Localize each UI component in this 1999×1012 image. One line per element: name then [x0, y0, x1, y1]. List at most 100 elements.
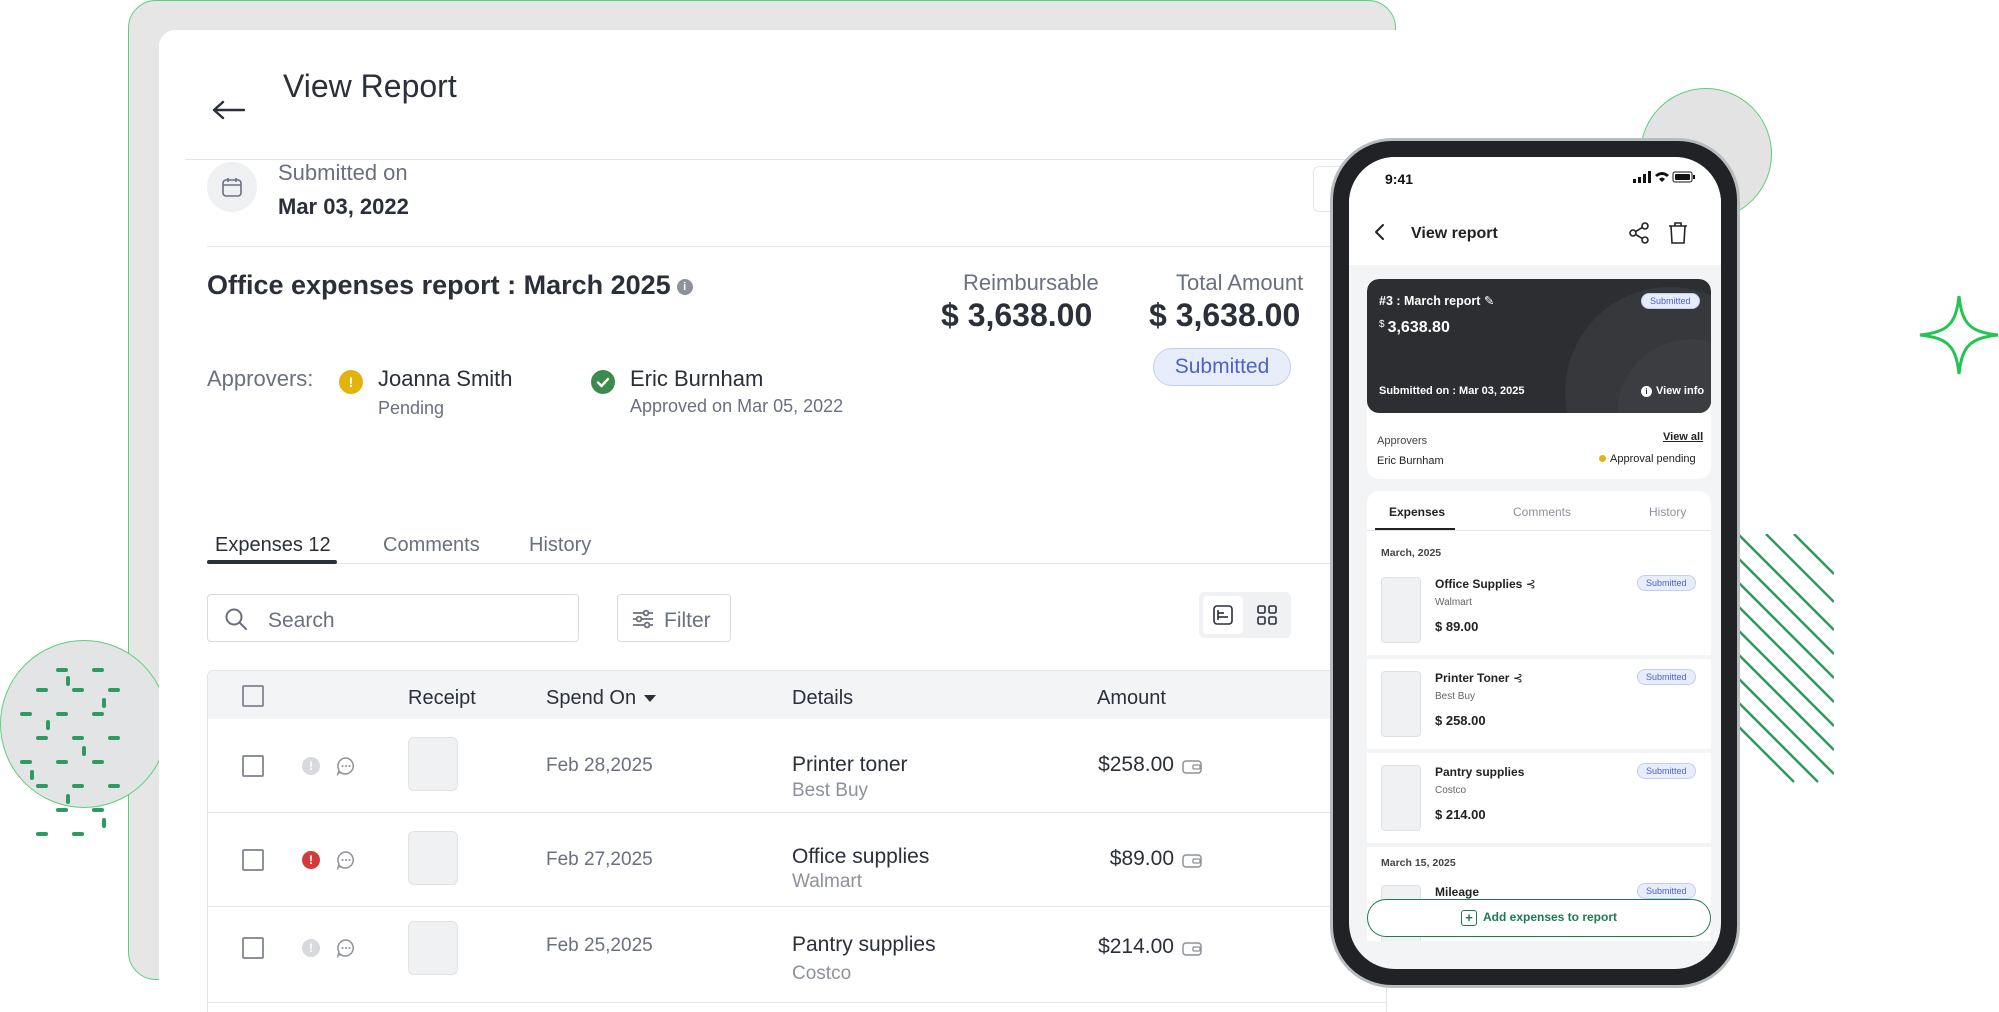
receipt-thumbnail[interactable]	[1381, 765, 1421, 831]
row-checkbox[interactable]	[242, 937, 264, 959]
info-icon[interactable]: i	[676, 278, 693, 295]
item-title: Mileage	[1435, 885, 1480, 899]
desktop-report-panel: View Report Submitted on Mar 03, 2022 Of…	[159, 30, 1396, 1012]
total-amount: $ 3,638.00	[1149, 297, 1301, 333]
trash-icon[interactable]	[1667, 221, 1689, 245]
approval-status-text: Approval pending	[1610, 453, 1696, 465]
phone-mockup: 9:41 View report #3 : March report ✎ Sub…	[1330, 138, 1740, 988]
filter-label: Filter	[664, 609, 711, 632]
table-row[interactable]: ! Feb 27,2025 Office supplies Walmart $8…	[208, 813, 1386, 907]
column-header-receipt: Receipt	[408, 687, 476, 709]
row-checkbox[interactable]	[242, 755, 264, 777]
column-header-label: Spend On	[546, 687, 637, 709]
item-amount: $ 258.00	[1435, 713, 1486, 728]
currency-symbol: $	[1379, 319, 1385, 330]
approver-name: Joanna Smith	[378, 366, 513, 391]
error-icon: !	[302, 851, 320, 869]
tab-expenses[interactable]: Expenses 12	[215, 534, 331, 557]
item-title: Pantry supplies	[1435, 765, 1525, 779]
receipt-thumbnail[interactable]	[408, 737, 458, 791]
tab-expenses[interactable]: Expenses	[1389, 505, 1445, 519]
row-merchant: Costco	[792, 963, 852, 984]
grid-view-icon[interactable]	[1247, 596, 1287, 634]
tab-comments[interactable]: Comments	[383, 534, 480, 557]
status-badge: Submitted	[1637, 669, 1696, 685]
list-item[interactable]: Printer Toner ⊰ Best Buy $ 258.00 Submit…	[1367, 661, 1711, 753]
view-toggle	[1199, 592, 1291, 638]
filter-button[interactable]: Filter	[617, 594, 731, 642]
phone-tab-bar: Expenses Comments History	[1367, 491, 1711, 531]
chevron-left-icon[interactable]	[1373, 221, 1387, 243]
wallet-icon	[1182, 942, 1202, 956]
status-badge: Submitted	[1637, 883, 1696, 899]
receipt-thumbnail[interactable]	[1381, 577, 1421, 643]
table-row[interactable]: ! Feb 28,2025 Printer toner Best Buy $25…	[208, 719, 1386, 813]
share-icon[interactable]	[1627, 221, 1651, 245]
row-amount: $258.00	[1098, 753, 1174, 776]
row-title: Pantry supplies	[792, 933, 936, 956]
split-icon: ⊰	[1512, 671, 1523, 685]
view-all-link[interactable]: View all	[1663, 431, 1703, 443]
row-title: Printer toner	[792, 753, 908, 776]
item-amount: $ 214.00	[1435, 807, 1486, 822]
view-info-button[interactable]: i View info	[1641, 385, 1704, 397]
info-icon: !	[302, 757, 320, 775]
back-arrow-icon[interactable]	[211, 96, 246, 126]
status-bar: 9:41	[1349, 157, 1721, 201]
approver-status: Approved on Mar 05, 2022	[630, 396, 844, 416]
submitted-label: Submitted on	[278, 160, 408, 185]
row-title: Office supplies	[792, 845, 930, 868]
list-item[interactable]: Office Supplies ⊰ Walmart $ 89.00 Submit…	[1367, 567, 1711, 659]
comment-icon[interactable]	[336, 850, 356, 870]
list-item[interactable]: Pantry supplies Costco $ 214.00 Submitte…	[1367, 755, 1711, 847]
item-title-text: Office Supplies	[1435, 577, 1523, 591]
comment-icon[interactable]	[336, 756, 356, 776]
report-title: Office expenses report : March 2025 i	[207, 270, 693, 301]
page-title: View Report	[283, 68, 457, 104]
report-name-text: #3 : March report	[1379, 294, 1481, 308]
expenses-table: Receipt Spend On Details Amount ! Feb 28…	[207, 670, 1387, 1012]
active-tab-indicator	[207, 560, 337, 564]
approver-status: Pending	[378, 398, 445, 418]
view-info-label: View info	[1656, 385, 1705, 397]
dashed-pattern	[20, 668, 120, 836]
column-header-details: Details	[792, 687, 854, 709]
receipt-thumbnail[interactable]	[1381, 671, 1421, 737]
tab-bar: Expenses 12 Comments History	[207, 504, 1387, 564]
row-date: Feb 27,2025	[546, 849, 653, 870]
phone-top-bar: View report	[1349, 201, 1721, 265]
divider	[207, 246, 1387, 247]
select-all-checkbox[interactable]	[242, 685, 264, 707]
striped-pattern	[1738, 534, 1834, 783]
add-expenses-label: Add expenses to report	[1482, 910, 1618, 924]
list-view-icon[interactable]	[1203, 596, 1243, 634]
item-title: Office Supplies ⊰	[1435, 577, 1536, 591]
table-row[interactable]: ! Feb 25,2025 Pantry supplies Costco $21…	[208, 907, 1386, 1003]
comment-icon[interactable]	[336, 938, 356, 958]
report-amount: $3,638.80	[1379, 319, 1450, 337]
column-header-amount: Amount	[1097, 687, 1166, 709]
wallet-icon	[1182, 854, 1202, 868]
tab-history[interactable]: History	[529, 534, 591, 557]
filter-icon	[633, 609, 653, 629]
phone-page-title: View report	[1411, 225, 1498, 242]
receipt-thumbnail[interactable]	[408, 921, 458, 975]
status-badge: Submitted	[1637, 575, 1696, 591]
search-input[interactable]: Search	[207, 594, 579, 642]
column-header-spend-on[interactable]: Spend On	[546, 687, 657, 710]
item-merchant: Costco	[1435, 785, 1467, 796]
pending-dot-icon	[1599, 455, 1606, 462]
row-checkbox[interactable]	[242, 849, 264, 871]
item-amount: $ 89.00	[1435, 619, 1479, 634]
edit-icon[interactable]: ✎	[1484, 294, 1494, 308]
search-placeholder: Search	[268, 609, 335, 632]
add-expenses-button[interactable]: + Add expenses to report	[1367, 899, 1711, 937]
row-amount: $214.00	[1098, 935, 1174, 958]
search-icon	[225, 608, 247, 630]
total-amount-label: Total Amount	[1176, 270, 1304, 295]
tab-history[interactable]: History	[1649, 505, 1686, 519]
receipt-thumbnail[interactable]	[408, 831, 458, 885]
row-amount: $89.00	[1109, 847, 1174, 870]
approvers-label: Approvers	[1377, 435, 1428, 447]
tab-comments[interactable]: Comments	[1513, 505, 1571, 519]
